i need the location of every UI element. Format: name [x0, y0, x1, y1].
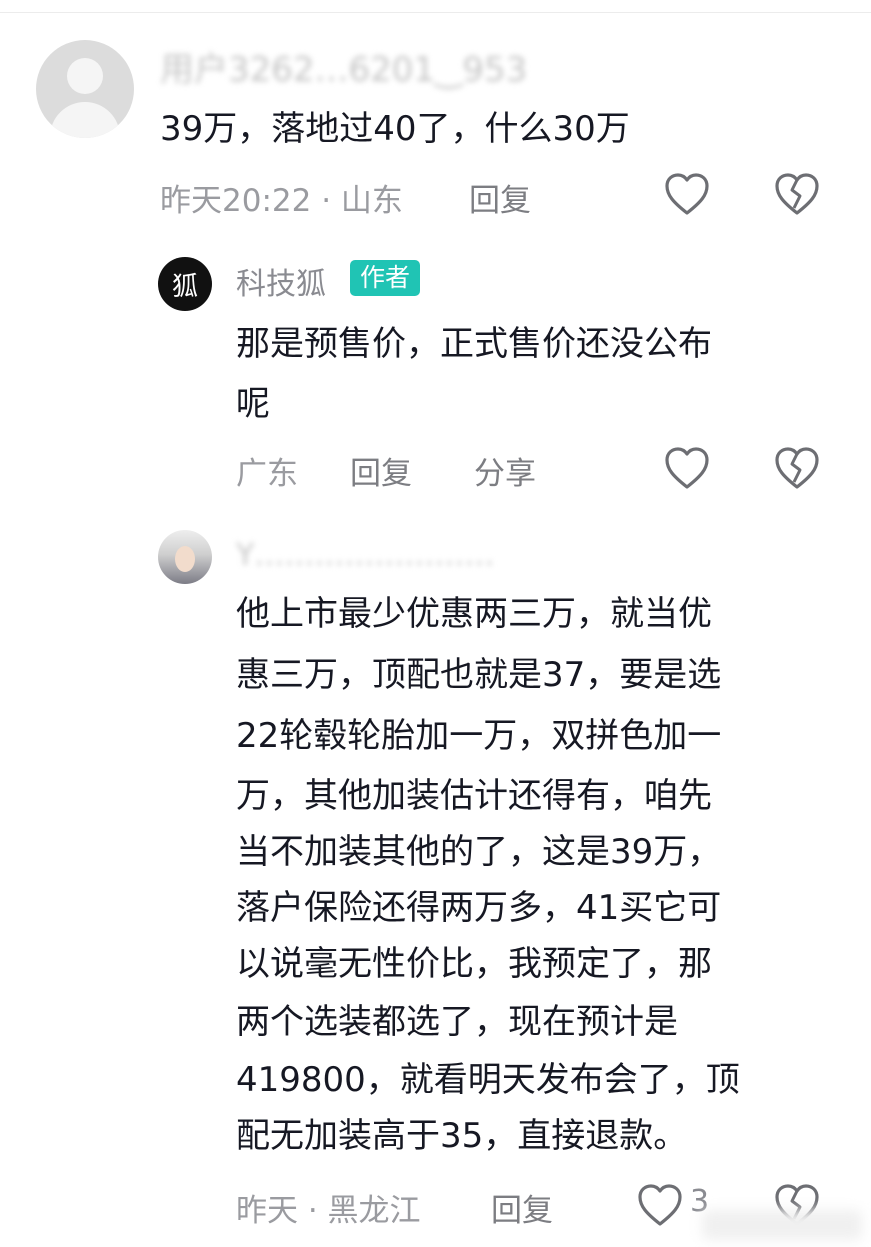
share-button[interactable]: 分享	[474, 448, 536, 493]
author-avatar[interactable]: 狐	[158, 257, 212, 311]
comment-text-line: 那是预售价，正式售价还没公布	[236, 324, 712, 364]
avatar[interactable]	[158, 530, 212, 584]
comment-text-line: 419800，就看明天发布会了，顶	[236, 1060, 740, 1100]
comment-text-line: 落户保险还得两万多，41买它可	[236, 888, 722, 928]
author-badge: 作者	[350, 260, 421, 296]
comment-text-line: 配无加装高于35，直接退款。	[236, 1116, 688, 1156]
username[interactable]: 用户3262…6201‿953	[160, 42, 527, 91]
comment-text-line: 39万，落地过40了，什么30万	[160, 109, 630, 149]
heart-outline-icon[interactable]	[663, 171, 711, 217]
comment-text-line: 当不加装其他的了，这是39万，	[236, 832, 722, 872]
default-avatar-head	[67, 58, 103, 94]
comment-meta: 广东	[236, 456, 298, 492]
fox-logo-icon: 狐	[171, 271, 198, 302]
username[interactable]: 科技狐	[236, 259, 326, 303]
heart-outline-icon[interactable]	[663, 445, 711, 491]
heart-outline-icon[interactable]	[636, 1182, 684, 1228]
reply-button[interactable]: 回复	[469, 175, 531, 220]
username[interactable]: Y……………………	[236, 538, 494, 573]
comment-text-line: 惠三万，顶配也就是37，要是选	[236, 655, 722, 695]
comment-text-line: 以说毫无性价比，我预定了，那	[236, 944, 712, 984]
watermark	[702, 1210, 862, 1240]
comment-text-line: 呢	[236, 384, 270, 424]
broken-heart-icon[interactable]	[773, 445, 821, 491]
default-avatar-body	[50, 102, 120, 138]
comment-text-line: 22轮毂轮胎加一万，双拼色加一	[236, 716, 722, 756]
reply-button[interactable]: 回复	[350, 448, 412, 493]
comment-meta: 昨天 · 黑龙江	[236, 1193, 421, 1229]
comment-text-line: 万，其他加装估计还得有，咱先	[236, 776, 712, 816]
reply-button[interactable]: 回复	[491, 1185, 553, 1230]
top-divider	[0, 12, 871, 13]
comment-text-line: 他上市最少优惠两三万，就当优	[236, 594, 712, 634]
avatar-face	[175, 546, 195, 572]
avatar[interactable]	[36, 40, 134, 138]
comment-text-line: 两个选装都选了，现在预计是	[236, 1002, 678, 1042]
broken-heart-icon[interactable]	[773, 171, 821, 217]
comment-meta: 昨天20:22 · 山东	[160, 183, 403, 219]
